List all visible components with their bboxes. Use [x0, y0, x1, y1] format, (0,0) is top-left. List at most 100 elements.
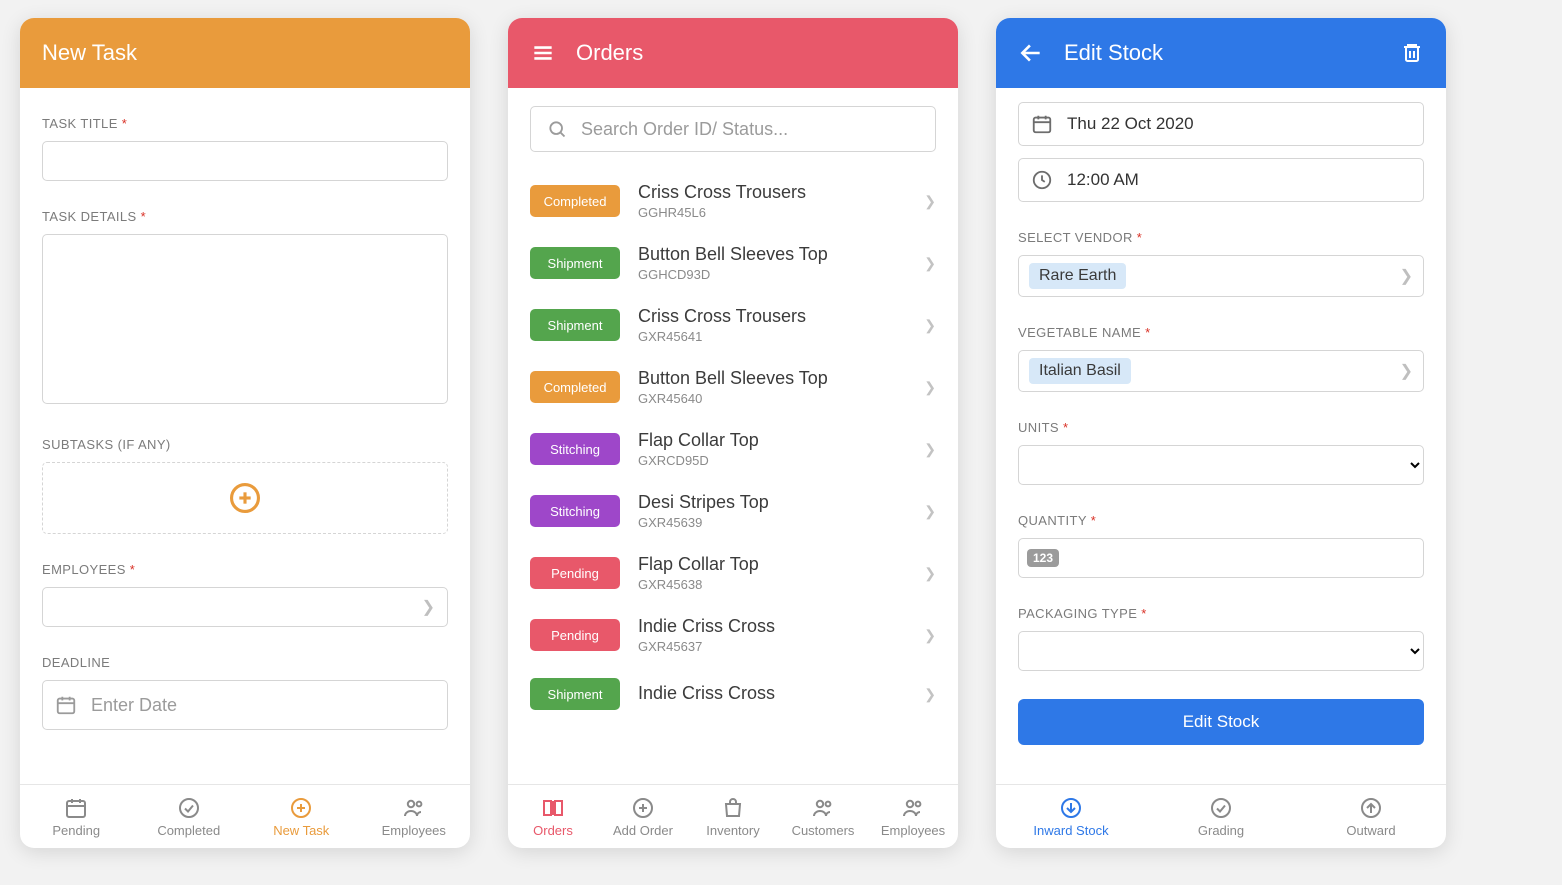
tab-label: Outward	[1346, 823, 1395, 838]
tabbar: Orders Add Order Inventory Customers Emp…	[508, 784, 958, 848]
chevron-right-icon: ❯	[924, 441, 936, 458]
vendor-select[interactable]: Rare Earth ❯	[1018, 255, 1424, 297]
order-main: Criss Cross TrousersGXR45641	[638, 306, 906, 344]
tab-label: Customers	[792, 823, 855, 838]
tab-customers[interactable]: Customers	[778, 785, 868, 848]
label-employees: EMPLOYEES	[42, 562, 448, 577]
order-id: GXR45637	[638, 639, 906, 654]
deadline-date-input[interactable]: Enter Date	[42, 680, 448, 730]
status-badge: Shipment	[530, 309, 620, 341]
order-row[interactable]: Pending Indie Criss Cross GXR45637 ❯	[530, 604, 936, 666]
calendar-icon	[55, 694, 77, 716]
plus-circle-icon	[228, 481, 262, 515]
tab-completed[interactable]: Completed	[133, 785, 246, 848]
time-value: 12:00 AM	[1067, 170, 1139, 190]
task-details-textarea[interactable]	[42, 234, 448, 404]
users-icon	[811, 796, 835, 820]
tab-orders[interactable]: Orders	[508, 785, 598, 848]
order-id: GXR45638	[638, 577, 906, 592]
form-content: TASK TITLE TASK DETAILS SUBTASKS (IF ANY…	[20, 88, 470, 784]
tab-label: Employees	[382, 823, 446, 838]
chevron-right-icon: ❯	[924, 193, 936, 210]
order-row[interactable]: CompletedButton Bell Sleeves TopGXR45640…	[530, 356, 936, 418]
tab-label: Completed	[157, 823, 220, 838]
quantity-input[interactable]: 123	[1018, 538, 1424, 578]
chevron-right-icon: ❯	[1400, 361, 1413, 381]
label-task-details: TASK DETAILS	[42, 209, 448, 224]
order-row[interactable]: StitchingDesi Stripes TopGXR45639❯	[530, 480, 936, 542]
deadline-placeholder: Enter Date	[91, 695, 177, 716]
order-row[interactable]: Pending Flap Collar TopGXR45638 ❯	[530, 542, 936, 604]
add-subtask-button[interactable]	[42, 462, 448, 534]
order-row[interactable]: CompletedCriss Cross TrousersGGHR45L6❯	[530, 170, 936, 232]
bag-icon	[721, 796, 745, 820]
book-open-icon	[541, 796, 565, 820]
order-row[interactable]: Stitching Flap Collar Top GXRCD95D ❯	[530, 418, 936, 480]
units-select[interactable]	[1018, 445, 1424, 485]
order-row[interactable]: ShipmentButton Bell Sleeves TopGGHCD93D❯	[530, 232, 936, 294]
label-units: UNITS	[1018, 420, 1424, 435]
task-title-input[interactable]	[42, 141, 448, 181]
tabbar: Pending Completed New Task Employees	[20, 784, 470, 848]
edit-stock-button[interactable]: Edit Stock	[1018, 699, 1424, 745]
label-task-title: TASK TITLE	[42, 116, 448, 131]
chevron-right-icon: ❯	[924, 565, 936, 582]
date-value: Thu 22 Oct 2020	[1067, 114, 1194, 134]
status-badge: Pending	[530, 619, 620, 651]
order-title: Indie Criss Cross	[638, 616, 906, 637]
tab-employees[interactable]: Employees	[868, 785, 958, 848]
check-circle-icon	[177, 796, 201, 820]
order-title: Flap Collar Top	[638, 430, 906, 451]
tab-inward-stock[interactable]: Inward Stock	[996, 785, 1146, 848]
tab-new-task[interactable]: New Task	[245, 785, 358, 848]
tab-label: Orders	[533, 823, 573, 838]
menu-icon[interactable]	[530, 40, 556, 66]
page-title: New Task	[42, 40, 137, 66]
stock-form: Thu 22 Oct 2020 12:00 AM SELECT VENDOR R…	[996, 88, 1446, 784]
search-input[interactable]: Search Order ID/ Status...	[530, 106, 936, 152]
packaging-select[interactable]	[1018, 631, 1424, 671]
status-badge: Stitching	[530, 495, 620, 527]
tab-label: Employees	[881, 823, 945, 838]
tab-label: New Task	[273, 823, 329, 838]
tab-employees[interactable]: Employees	[358, 785, 471, 848]
back-arrow-icon[interactable]	[1018, 40, 1044, 66]
tab-grading[interactable]: Grading	[1146, 785, 1296, 848]
order-title: Indie Criss Cross	[638, 683, 906, 704]
tab-inventory[interactable]: Inventory	[688, 785, 778, 848]
order-row[interactable]: ShipmentCriss Cross TrousersGXR45641❯	[530, 294, 936, 356]
status-badge: Pending	[530, 557, 620, 589]
order-main: Desi Stripes TopGXR45639	[638, 492, 906, 530]
calendar-icon	[64, 796, 88, 820]
tabbar: Inward Stock Grading Outward	[996, 784, 1446, 848]
order-title: Criss Cross Trousers	[638, 182, 906, 203]
order-row[interactable]: ShipmentIndie Criss Cross❯	[530, 666, 936, 722]
search-icon	[547, 119, 567, 139]
time-field[interactable]: 12:00 AM	[1018, 158, 1424, 202]
orders-content: Search Order ID/ Status... CompletedCris…	[508, 88, 958, 784]
order-main: Indie Criss Cross GXR45637	[638, 616, 906, 654]
tab-outward[interactable]: Outward	[1296, 785, 1446, 848]
order-title: Criss Cross Trousers	[638, 306, 906, 327]
page-title: Orders	[576, 40, 643, 66]
screen-new-task: New Task TASK TITLE TASK DETAILS SUBTASK…	[20, 18, 470, 848]
order-main: Button Bell Sleeves TopGXR45640	[638, 368, 906, 406]
date-field[interactable]: Thu 22 Oct 2020	[1018, 102, 1424, 146]
screen-orders: Orders Search Order ID/ Status... Comple…	[508, 18, 958, 848]
plus-circle-icon	[631, 796, 655, 820]
tab-pending[interactable]: Pending	[20, 785, 133, 848]
employees-select[interactable]: ❯	[42, 587, 448, 627]
order-main: Criss Cross Trousers GGHR45L6	[638, 182, 906, 220]
order-id: GGHR45L6	[638, 205, 906, 220]
order-id: GXRCD95D	[638, 453, 906, 468]
order-main: Flap Collar TopGXR45638	[638, 554, 906, 592]
trash-icon[interactable]	[1400, 41, 1424, 65]
status-badge: Stitching	[530, 433, 620, 465]
tab-add-order[interactable]: Add Order	[598, 785, 688, 848]
vegetable-chip: Italian Basil	[1029, 358, 1131, 384]
label-veg: VEGETABLE NAME	[1018, 325, 1424, 340]
chevron-right-icon: ❯	[924, 627, 936, 644]
label-deadline: DEADLINE	[42, 655, 448, 670]
status-badge: Shipment	[530, 247, 620, 279]
vegetable-select[interactable]: Italian Basil ❯	[1018, 350, 1424, 392]
